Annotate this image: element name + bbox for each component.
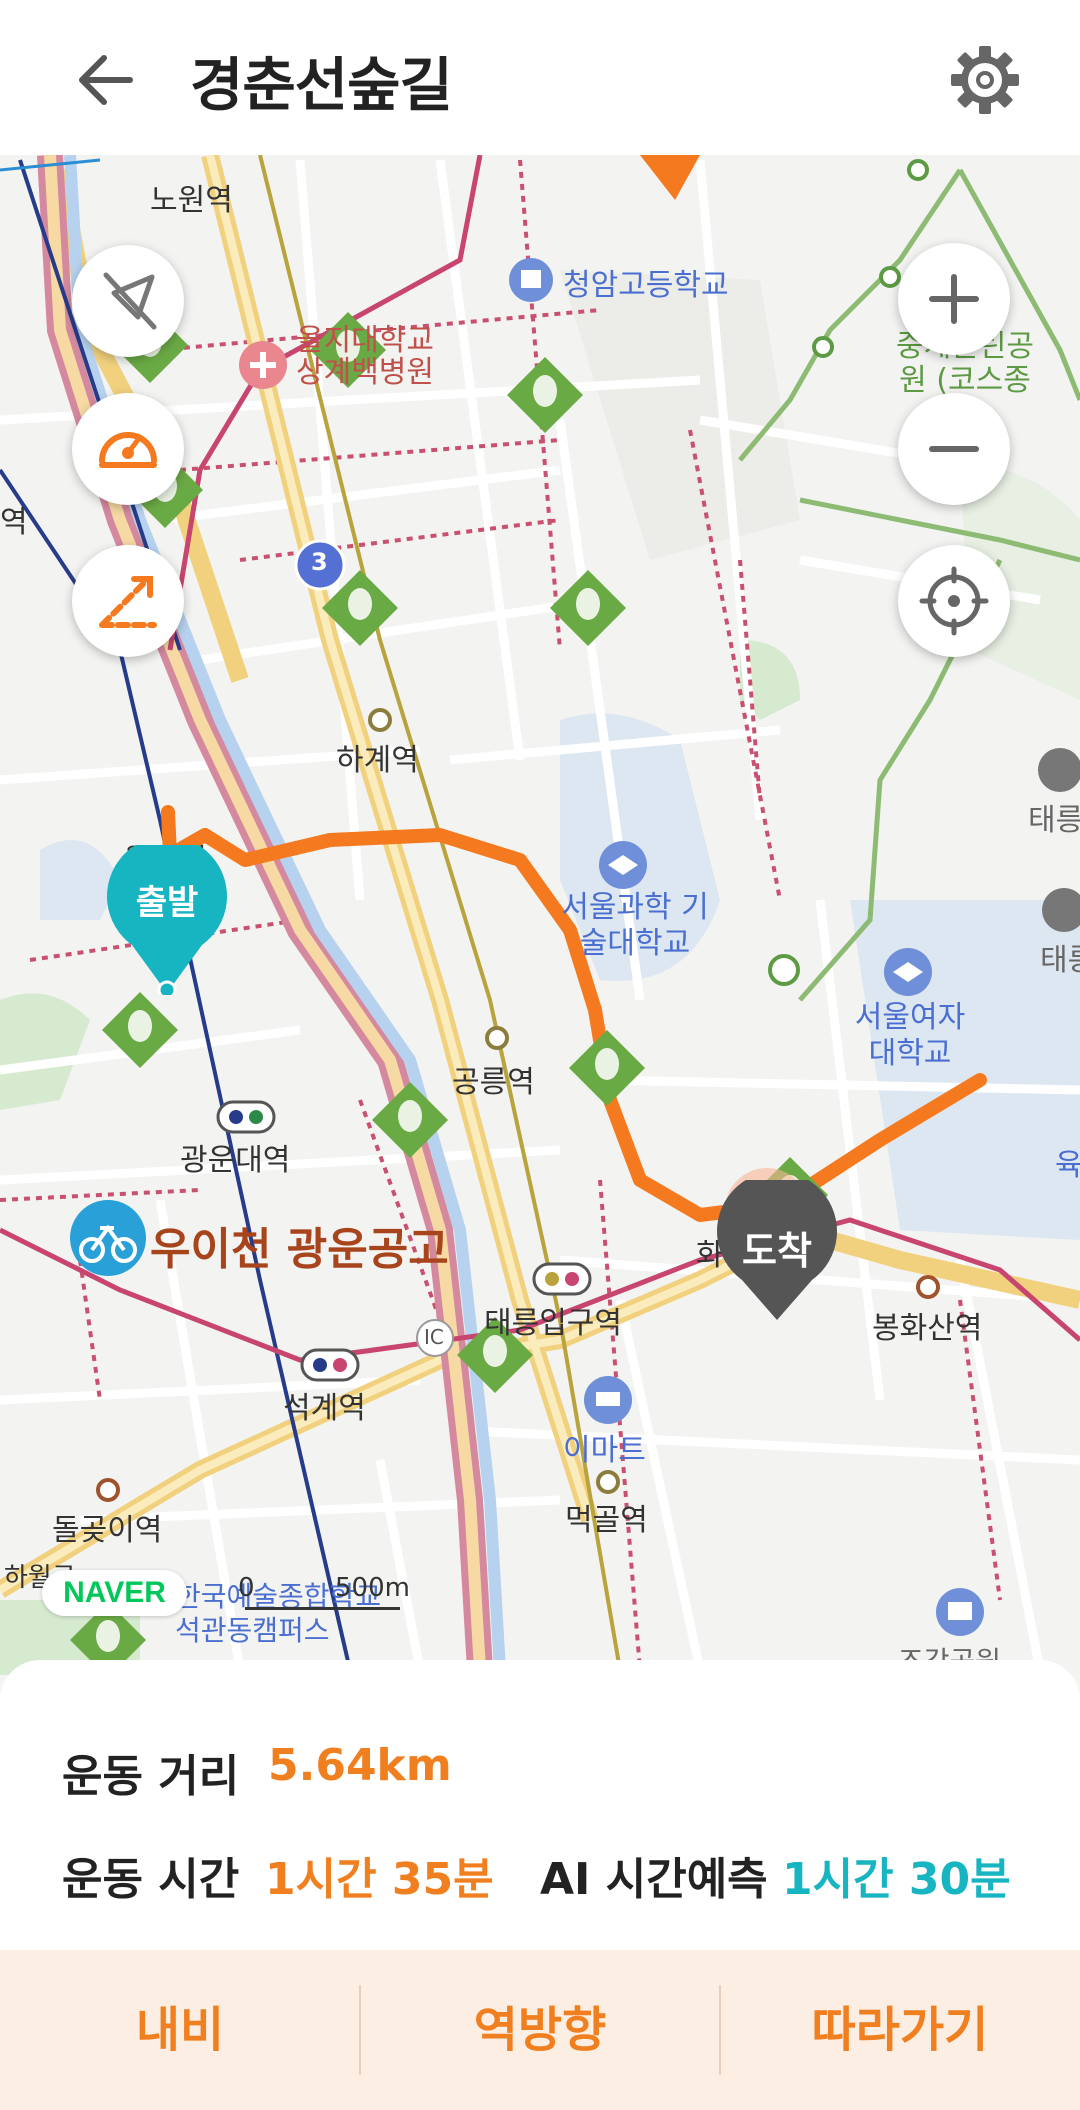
end-marker-label: 도착	[742, 1229, 812, 1273]
app-header: 경춘선숲길	[0, 0, 1080, 155]
map-label-hospital: 을지대학교 상계백병원	[296, 323, 434, 390]
zoom-in-icon	[929, 274, 979, 324]
naver-logo: NAVER	[42, 1570, 187, 1616]
action-bar: 내비 역방향 따라가기	[0, 1950, 1080, 2110]
map-label-swu: 서울여자 대학교	[854, 1000, 966, 1071]
compass-off-icon	[103, 272, 157, 330]
slope-icon	[99, 576, 157, 628]
map-label-taereung-r2: 태릉	[1040, 943, 1080, 978]
map-label-nowon: 노원역	[150, 183, 233, 218]
map-label-emart: 이마트	[563, 1433, 646, 1468]
map-view[interactable]: 노원역 청암고등학교 을지대학교 상계백병원 중계근린공원 (코스종점) 역 하…	[0, 155, 1080, 1675]
gear-icon[interactable]	[945, 40, 1025, 120]
back-arrow-icon[interactable]	[70, 40, 150, 120]
speedometer-button[interactable]	[72, 393, 184, 505]
scale-bar	[245, 1607, 400, 1610]
stats-panel: 운동 거리 5.64km 운동 시간 1시간 35분 AI 시간예측 1시간 3…	[0, 1660, 1080, 1950]
distance-label: 운동 거리	[62, 1751, 240, 1802]
map-label-bonghwasan: 봉화산역	[872, 1311, 983, 1346]
tree-icon	[576, 588, 600, 620]
map-label-uicheon: 우이천 광운공고	[150, 1224, 449, 1275]
tree-icon	[595, 1048, 619, 1080]
map-label-seokgye: 석계역	[283, 1391, 366, 1426]
zoom-out-button[interactable]	[898, 393, 1010, 505]
map-label-gwangwoon: 광운대역	[180, 1143, 291, 1178]
page-title: 경춘선숲길	[190, 51, 453, 119]
ai-time-label: AI 시간예측	[540, 1854, 768, 1905]
scale-zero: 0	[238, 1573, 255, 1603]
map-label-yuk: 육	[1055, 1148, 1080, 1183]
map-label-meokgol: 먹골역	[565, 1503, 648, 1538]
scale-label: 500m	[335, 1573, 410, 1603]
tree-icon	[128, 1010, 152, 1042]
map-label-seoultech: 서울과학 기술대학교	[561, 890, 709, 961]
locate-button[interactable]	[898, 545, 1010, 657]
map-label-yeok: 역	[0, 505, 28, 540]
slope-button[interactable]	[72, 545, 184, 657]
compass-off-button[interactable]	[72, 245, 184, 357]
follow-button[interactable]: 따라가기	[720, 1950, 1080, 2110]
tree-icon	[348, 588, 372, 620]
map-label-cheongam: 청암고등학교	[563, 268, 729, 303]
reverse-button[interactable]: 역방향	[360, 1950, 720, 2110]
tree-icon	[96, 1620, 120, 1652]
tree-icon	[533, 375, 557, 407]
time-value: 1시간 35분	[265, 1854, 494, 1905]
map-label-taereung: 태릉입구역	[484, 1306, 622, 1341]
zoom-out-icon	[929, 446, 979, 452]
map-label-hagye: 하계역	[336, 743, 419, 778]
time-label: 운동 시간	[62, 1854, 240, 1905]
tree-icon	[398, 1100, 422, 1132]
ic-badge: IC	[424, 1325, 444, 1349]
map-label-gongneung: 공릉역	[452, 1065, 535, 1100]
start-marker-label: 출발	[135, 883, 199, 923]
locate-icon	[919, 566, 989, 636]
map-label-dolgoji: 돌곶이역	[52, 1513, 163, 1548]
navi-button[interactable]: 내비	[0, 1950, 360, 2110]
zoom-in-button[interactable]	[898, 243, 1010, 355]
start-marker[interactable]: 출발	[102, 845, 232, 995]
end-marker[interactable]: 도착	[712, 1180, 842, 1330]
distance-value: 5.64km	[268, 1740, 452, 1791]
route-3-badge: 3	[311, 548, 328, 576]
map-label-taereung-r1: 태릉	[1028, 803, 1080, 838]
speedometer-icon	[99, 432, 157, 468]
ai-time-value: 1시간 30분	[782, 1854, 1011, 1905]
